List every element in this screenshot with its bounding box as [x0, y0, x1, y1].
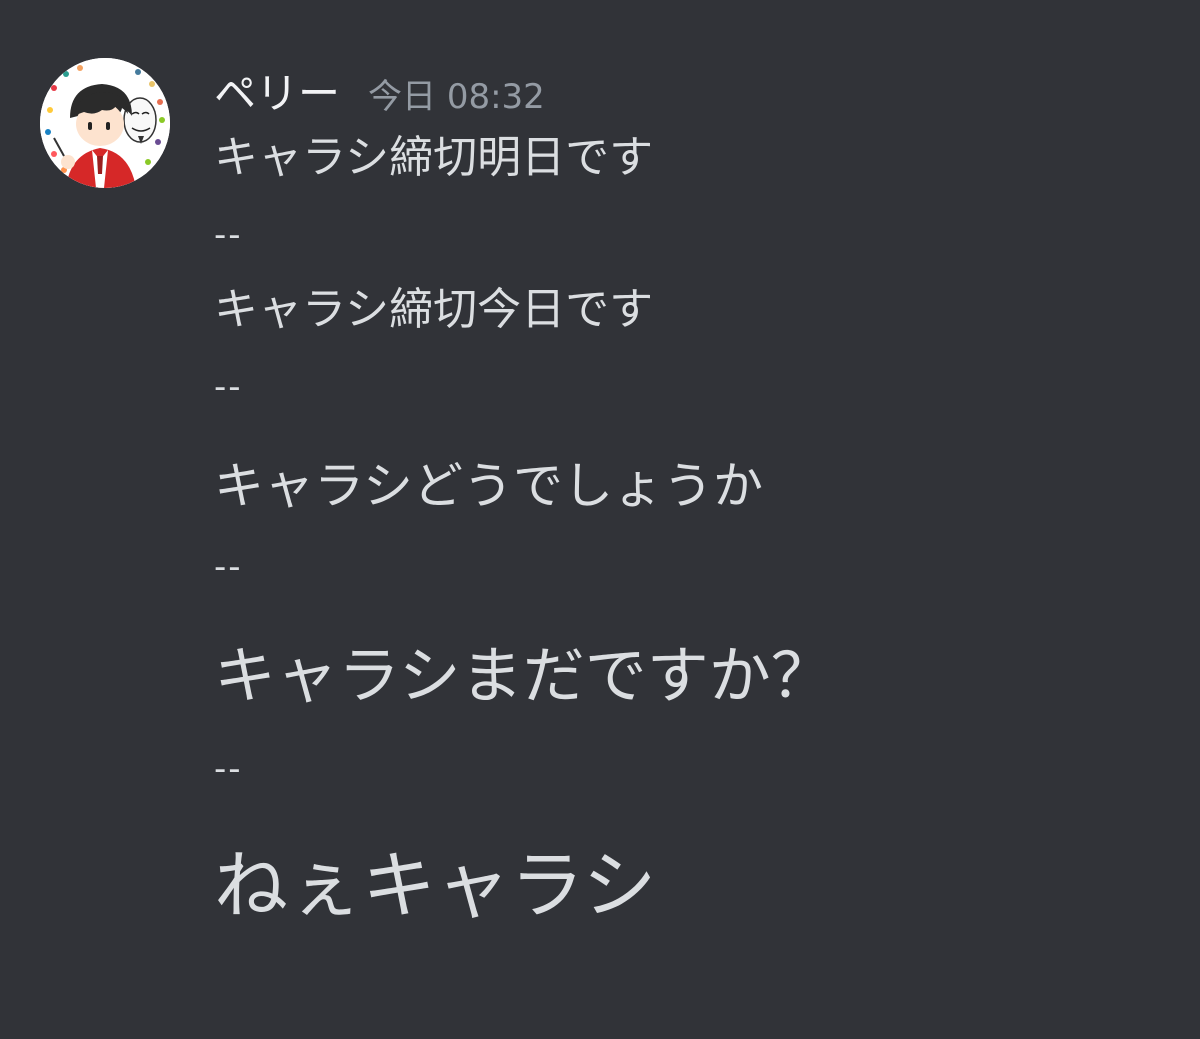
message-separator: -- [214, 547, 243, 587]
avatar[interactable] [40, 58, 170, 188]
chat-message: ペリー 今日 08:32 キャラシ締切明日です -- キャラシ締切今日です --… [0, 0, 1200, 1039]
message-header: ペリー 今日 08:32 [214, 64, 545, 124]
message-line: ねぇキャラシ [214, 843, 657, 929]
message-line: キャラシどうでしょうか [214, 457, 763, 515]
message-line: キャラシまだですか？ [214, 639, 833, 712]
message-line: キャラシ締切今日です [214, 284, 654, 335]
message-separator: -- [214, 367, 243, 407]
message-line: キャラシ締切明日です [214, 132, 654, 183]
timestamp: 今日 08:32 [368, 77, 545, 117]
message-separator: -- [214, 749, 243, 789]
username[interactable]: ペリー [214, 64, 340, 124]
message-separator: -- [214, 215, 243, 255]
avatar-illustration [40, 58, 170, 188]
